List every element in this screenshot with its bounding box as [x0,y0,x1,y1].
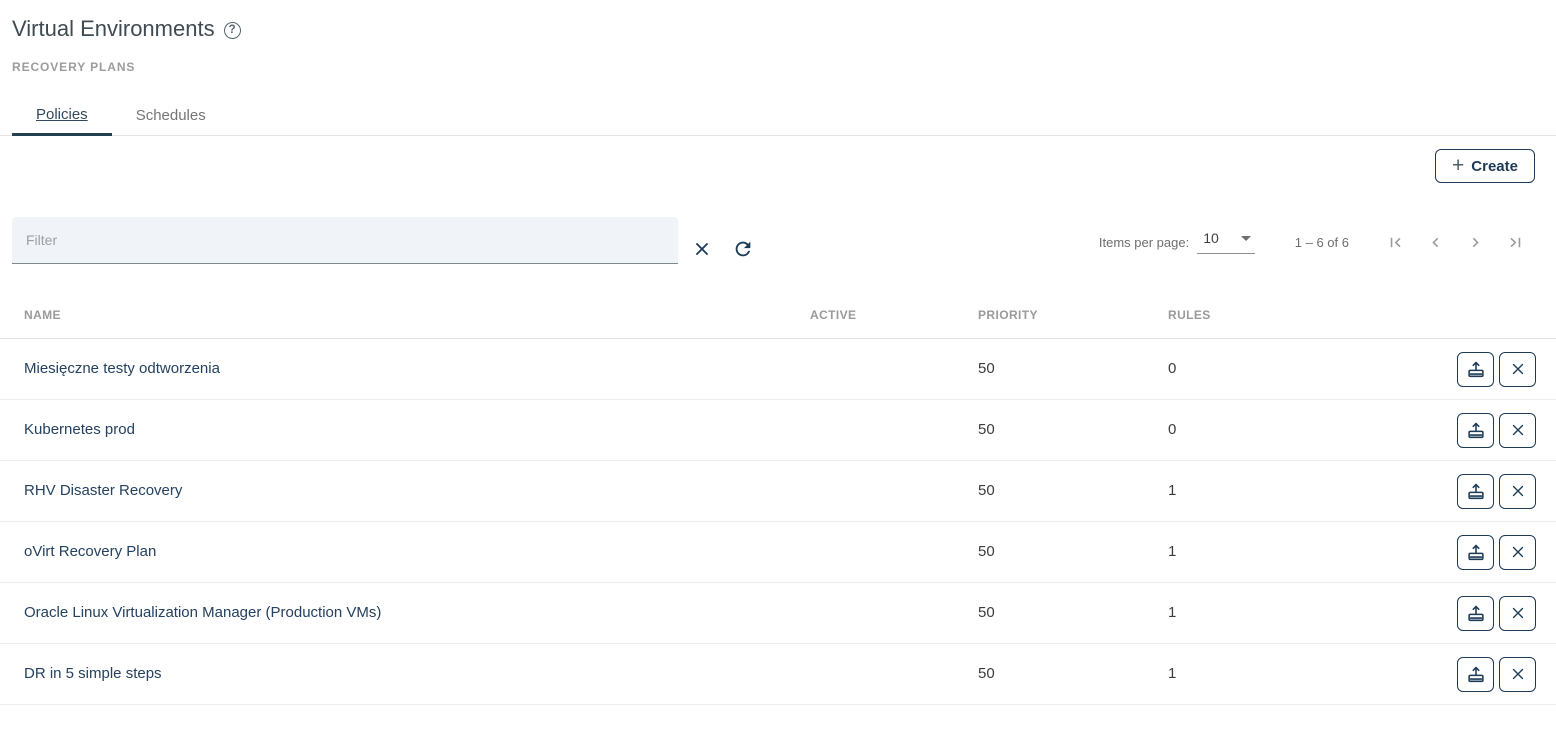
table-row: oVirt Recovery Plan 50 1 [0,522,1556,583]
table-row: Kubernetes prod 50 0 [0,400,1556,461]
restore-icon [1465,663,1487,685]
range-label: 1 – 6 of 6 [1295,235,1349,250]
restore-icon [1465,419,1487,441]
plus-icon: + [1452,155,1464,176]
page-title: Virtual Environments [12,16,215,42]
rules-value: 0 [1168,360,1176,377]
first-page-icon [1386,233,1405,252]
priority-value: 50 [978,543,995,560]
column-header-priority: PRIORITY [978,308,1168,322]
policy-name-link[interactable]: Oracle Linux Virtualization Manager (Pro… [24,604,381,621]
toolbar: + Create [0,149,1556,183]
page-header: Virtual Environments ? RECOVERY PLANS [0,0,1556,74]
rules-value: 1 [1168,543,1176,560]
section-label: RECOVERY PLANS [12,60,1556,74]
refresh-button[interactable] [732,238,754,260]
close-icon [692,239,712,259]
restore-button[interactable] [1457,474,1494,509]
policy-name-link[interactable]: RHV Disaster Recovery [24,482,182,499]
last-page-icon [1506,233,1525,252]
help-icon[interactable]: ? [224,22,241,39]
table-row: RHV Disaster Recovery 50 1 [0,461,1556,522]
column-header-active: ACTIVE [810,308,978,322]
policy-name-link[interactable]: Kubernetes prod [24,421,135,438]
table-row: DR in 5 simple steps 50 1 [0,644,1556,705]
restore-icon [1465,480,1487,502]
refresh-icon [732,238,754,260]
policy-name-link[interactable]: Miesięczne testy odtworzenia [24,360,220,377]
delete-button[interactable] [1499,413,1536,448]
restore-button[interactable] [1457,657,1494,692]
restore-button[interactable] [1457,352,1494,387]
chevron-right-icon [1466,233,1485,252]
table-header: NAME ACTIVE PRIORITY RULES [0,292,1556,339]
close-icon [1509,360,1527,378]
close-icon [1509,482,1527,500]
close-icon [1509,665,1527,683]
restore-button[interactable] [1457,596,1494,631]
restore-icon [1465,358,1487,380]
chevron-left-icon [1426,233,1445,252]
next-page-button[interactable] [1455,222,1495,262]
rules-value: 1 [1168,665,1176,682]
rules-value: 1 [1168,482,1176,499]
priority-value: 50 [978,482,995,499]
close-icon [1509,604,1527,622]
priority-value: 50 [978,604,995,621]
paginator-nav [1375,222,1535,262]
policy-name-link[interactable]: DR in 5 simple steps [24,665,162,682]
delete-button[interactable] [1499,352,1536,387]
table-row: Oracle Linux Virtualization Manager (Pro… [0,583,1556,644]
paginator: Items per page: 10 1 – 6 of 6 [1099,222,1535,262]
delete-button[interactable] [1499,657,1536,692]
tab-bar: Policies Schedules [0,95,1556,136]
priority-value: 50 [978,421,995,438]
create-button-label: Create [1471,158,1518,175]
priority-value: 50 [978,665,995,682]
clear-filter-button[interactable] [692,239,712,259]
table-row: Miesięczne testy odtworzenia 50 0 [0,339,1556,400]
last-page-button[interactable] [1495,222,1535,262]
restore-button[interactable] [1457,413,1494,448]
rules-value: 0 [1168,421,1176,438]
tab-schedules[interactable]: Schedules [112,95,230,136]
priority-value: 50 [978,360,995,377]
rules-value: 1 [1168,604,1176,621]
close-icon [1509,421,1527,439]
restore-icon [1465,602,1487,624]
first-page-button[interactable] [1375,222,1415,262]
virtual-environments-page: Virtual Environments ? RECOVERY PLANS Po… [0,0,1556,748]
column-header-name: NAME [0,308,810,322]
policy-name-link[interactable]: oVirt Recovery Plan [24,543,156,560]
tab-policies[interactable]: Policies [12,95,112,136]
filter-row: Items per page: 10 1 – 6 of 6 [0,217,1556,264]
close-icon [1509,543,1527,561]
delete-button[interactable] [1499,596,1536,631]
previous-page-button[interactable] [1415,222,1455,262]
page-size-select[interactable]: 10 [1197,230,1255,254]
restore-button[interactable] [1457,535,1494,570]
filter-input[interactable] [12,217,678,264]
create-button[interactable]: + Create [1435,149,1535,183]
delete-button[interactable] [1499,474,1536,509]
policies-table: NAME ACTIVE PRIORITY RULES Miesięczne te… [0,292,1556,705]
chevron-down-icon [1241,236,1251,241]
restore-icon [1465,541,1487,563]
page-size-value: 10 [1203,230,1219,246]
column-header-rules: RULES [1168,308,1358,322]
delete-button[interactable] [1499,535,1536,570]
items-per-page-label: Items per page: [1099,235,1189,250]
